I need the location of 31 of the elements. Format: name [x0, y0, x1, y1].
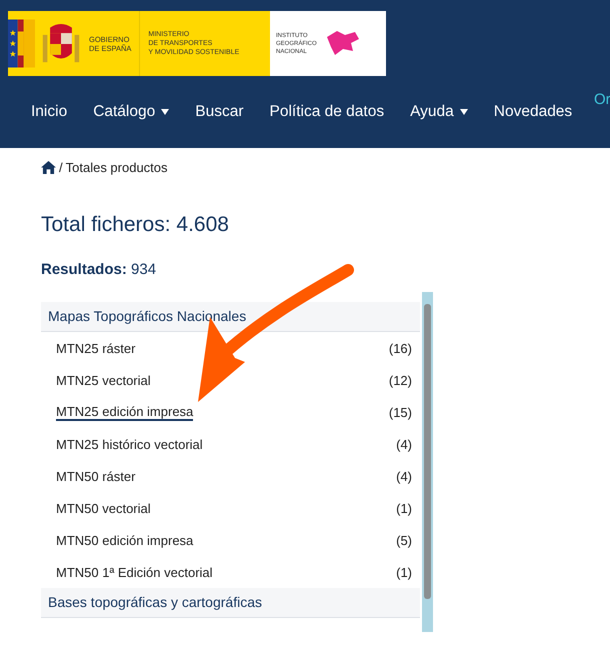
product-link[interactable]: MTN25 histórico vectorial: [56, 436, 203, 452]
nav-item[interactable]: Catálogo: [80, 95, 182, 129]
breadcrumb-item[interactable]: Totales productos: [66, 160, 168, 175]
product-count: (12): [388, 372, 412, 388]
home-icon[interactable]: [41, 161, 56, 174]
product-link[interactable]: MTN50 edición impresa: [56, 532, 194, 548]
product-link[interactable]: MTN25 vectorial: [56, 372, 151, 388]
group-header: Mapas Topográficos Nacionales: [41, 302, 420, 332]
product-link[interactable]: MTN50 ráster: [56, 468, 136, 484]
product-link[interactable]: MTN50 1ª Edición vectorial: [56, 564, 213, 580]
product-link[interactable]: MTN25 edición impresa: [56, 404, 194, 420]
product-count: (15): [388, 404, 412, 420]
results-count: Resultados: 934: [41, 261, 158, 278]
top-link[interactable]: Or: [594, 91, 610, 108]
product-link[interactable]: MTN25 ráster: [56, 340, 136, 356]
product-count: (1): [396, 564, 412, 580]
page-title: Total ficheros: 4.608: [41, 213, 230, 237]
product-count: (5): [396, 532, 412, 548]
product-link[interactable]: MTN50 vectorial: [56, 500, 151, 516]
nav-item[interactable]: Inicio: [18, 95, 80, 129]
scrollbar[interactable]: [422, 292, 433, 632]
nav-item[interactable]: Novedades: [480, 95, 586, 129]
product-count: (1): [396, 500, 412, 516]
breadcrumb-separator: /: [59, 160, 63, 175]
product-count: (16): [388, 340, 412, 356]
nav-item[interactable]: Ayuda: [397, 95, 481, 129]
nav-item[interactable]: Buscar: [182, 95, 256, 129]
product-count: (4): [396, 436, 412, 452]
group-header: Bases topográficas y cartográficas: [41, 588, 420, 618]
product-count: (4): [396, 468, 412, 484]
nav-item[interactable]: Política de datos: [256, 95, 398, 129]
